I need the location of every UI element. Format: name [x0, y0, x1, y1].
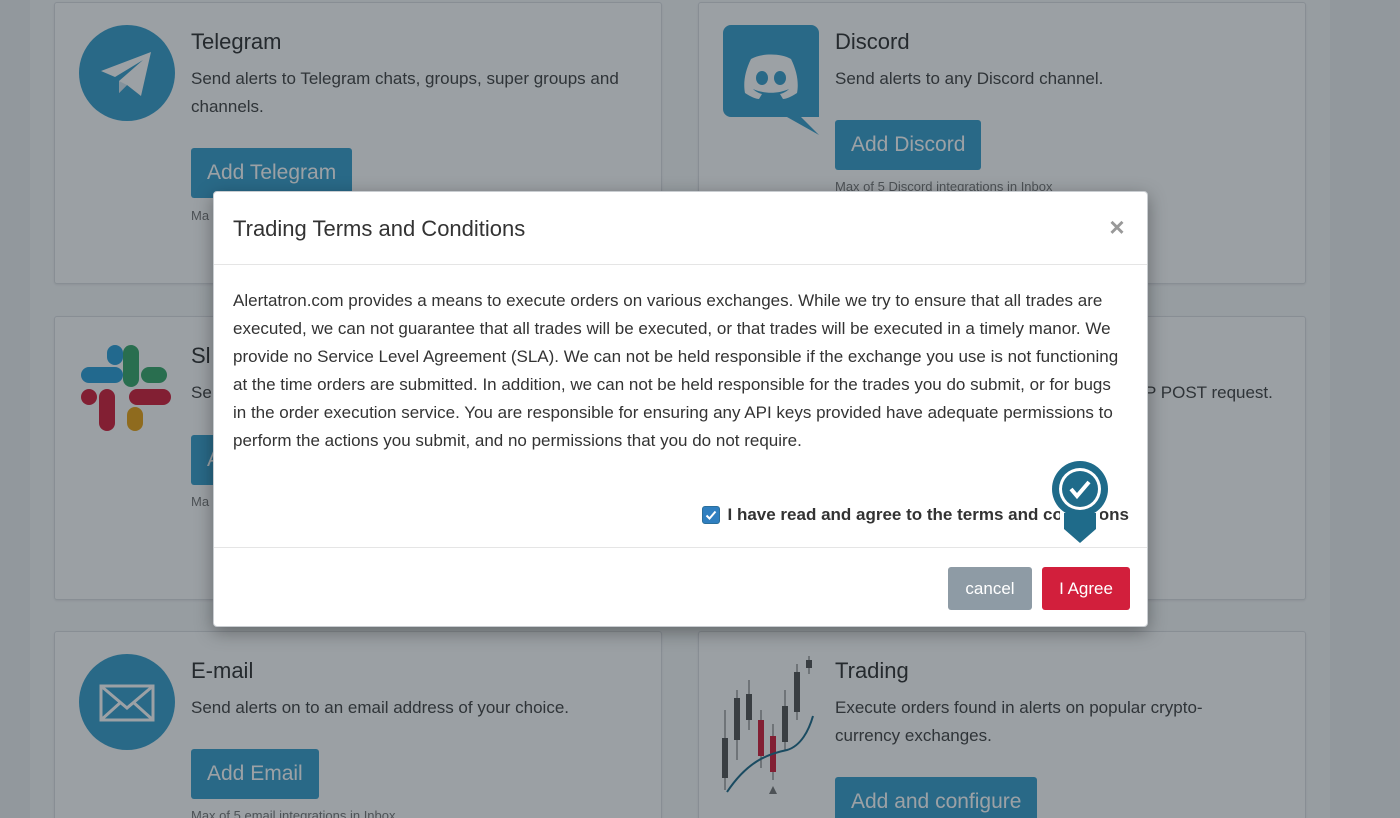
i-agree-button[interactable]: I Agree: [1042, 567, 1130, 610]
modal-header: Trading Terms and Conditions ×: [214, 192, 1147, 265]
terms-modal: Trading Terms and Conditions × Alertatro…: [213, 191, 1148, 627]
modal-title: Trading Terms and Conditions: [233, 216, 526, 241]
check-pin-icon: [1050, 459, 1110, 547]
agree-checkbox[interactable]: [701, 506, 720, 524]
close-icon[interactable]: ×: [1105, 212, 1129, 242]
terms-text: Alertatron.com provides a means to execu…: [233, 291, 1119, 450]
checkmark-icon: [705, 510, 716, 520]
cancel-button[interactable]: cancel: [948, 567, 1032, 610]
modal-footer: cancel I Agree: [214, 547, 1147, 628]
